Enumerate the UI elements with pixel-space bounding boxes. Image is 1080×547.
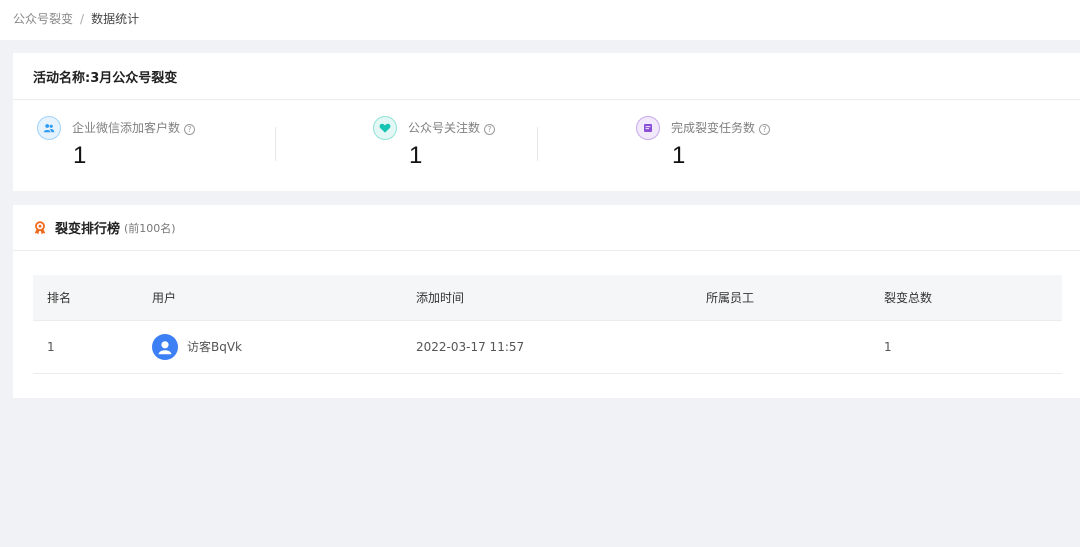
task-icon	[636, 116, 660, 140]
column-header-total: 裂变总数	[884, 275, 1062, 321]
table-header-row: 排名 用户 添加时间 所属员工 裂变总数	[33, 275, 1062, 321]
stat-label: 企业微信添加客户数?	[72, 120, 196, 136]
cell-rank: 1	[33, 320, 152, 374]
ranking-title: 裂变排行榜	[55, 222, 121, 237]
heart-icon	[373, 116, 397, 140]
stat-value: 1	[409, 142, 423, 169]
user-name: 访客BqVk	[187, 340, 243, 354]
help-icon[interactable]: ?	[759, 124, 771, 135]
column-header-rank: 排名	[33, 275, 152, 321]
breadcrumb: 公众号裂变 / 数据统计	[13, 10, 139, 28]
breadcrumb-current: 数据统计	[91, 12, 140, 26]
medal-icon	[33, 220, 47, 235]
activity-stats-card: 活动名称:3月公众号裂变 企业微信添加客户数? 1 公众号关注数? 1 完成裂变…	[13, 53, 1080, 191]
ranking-card: 裂变排行榜 (前100名) 排名 用户 添加时间 所属员工 裂变总数 1 访客B…	[13, 205, 1080, 398]
cell-user: 访客BqVk	[152, 320, 416, 374]
stat-divider	[275, 127, 276, 161]
help-icon[interactable]: ?	[484, 124, 496, 135]
ranking-table: 排名 用户 添加时间 所属员工 裂变总数 1 访客BqVk 2022-03-17…	[33, 275, 1062, 374]
top-bar: 公众号裂变 / 数据统计	[0, 0, 1080, 40]
ranking-subtitle: (前100名)	[124, 221, 176, 235]
people-icon	[37, 116, 61, 140]
stat-label: 完成裂变任务数?	[671, 120, 771, 136]
column-header-user: 用户	[152, 275, 416, 321]
breadcrumb-separator: /	[80, 12, 85, 26]
help-icon[interactable]: ?	[184, 124, 196, 135]
column-header-staff: 所属员工	[706, 275, 884, 321]
table-row: 1 访客BqVk 2022-03-17 11:57 1	[33, 320, 1062, 374]
stat-customers-added: 企业微信添加客户数? 1	[37, 116, 277, 169]
stat-value: 1	[672, 142, 686, 169]
user-cell: 访客BqVk	[152, 333, 416, 360]
cell-added-time: 2022-03-17 11:57	[416, 320, 706, 374]
stat-divider	[537, 127, 538, 161]
cell-staff	[706, 320, 884, 374]
stat-label: 公众号关注数?	[408, 120, 496, 136]
breadcrumb-parent-link[interactable]: 公众号裂变	[13, 12, 73, 26]
column-header-added-time: 添加时间	[416, 275, 706, 321]
ranking-header: 裂变排行榜 (前100名)	[13, 205, 1080, 251]
cell-total: 1	[884, 320, 1062, 374]
activity-title: 活动名称:3月公众号裂变	[33, 70, 178, 86]
activity-header: 活动名称:3月公众号裂变	[13, 53, 1080, 100]
avatar	[152, 333, 178, 360]
stat-tasks-completed: 完成裂变任务数? 1	[636, 116, 856, 169]
stat-value: 1	[73, 142, 87, 169]
stat-followers: 公众号关注数? 1	[373, 116, 573, 169]
